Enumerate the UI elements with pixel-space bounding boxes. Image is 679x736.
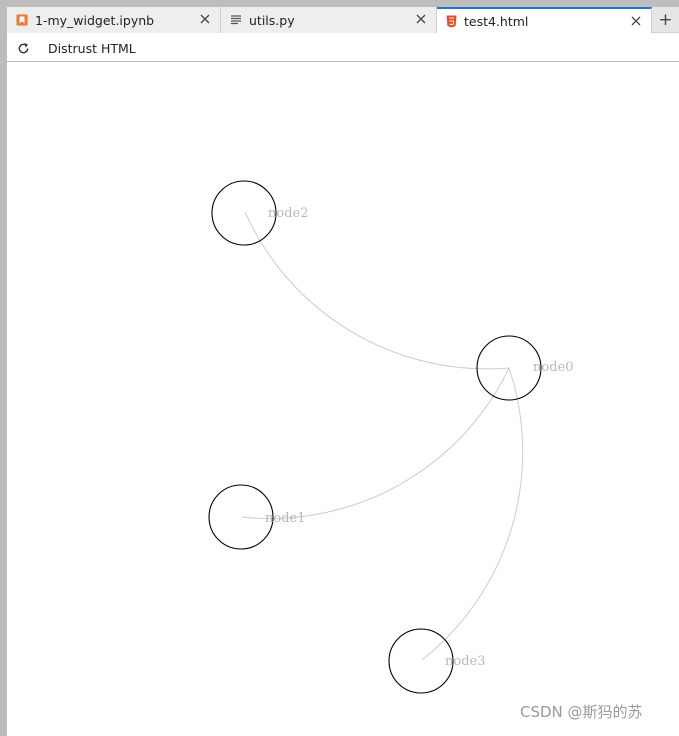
refresh-icon xyxy=(17,42,30,55)
text-file-icon xyxy=(230,14,242,26)
tab-test4[interactable]: test4.html xyxy=(437,7,652,34)
graph-node-node1[interactable]: node1 xyxy=(208,484,306,550)
tab-bar: 1-my_widget.ipynb utils.py test4.html + xyxy=(7,7,679,34)
app-window: 1-my_widget.ipynb utils.py test4.html + … xyxy=(7,7,679,736)
graph-node-node2[interactable]: node2 xyxy=(211,180,309,246)
node-label: node1 xyxy=(265,511,306,526)
close-icon[interactable] xyxy=(629,14,643,28)
links xyxy=(241,211,524,661)
link-node2-node0 xyxy=(244,211,510,370)
graph-node-node3[interactable]: node3 xyxy=(388,628,486,694)
tab-label: utils.py xyxy=(249,12,295,28)
toolbar: Distrust HTML xyxy=(7,33,679,62)
watermark: CSDN @斯犸的苏 xyxy=(520,703,643,721)
node-label: node3 xyxy=(445,654,486,669)
graph-node-node0[interactable]: node0 xyxy=(476,335,574,401)
plus-icon: + xyxy=(658,10,673,30)
tab-label: 1-my_widget.ipynb xyxy=(35,12,155,28)
graph-canvas: node0 node1 node2 node3 xyxy=(7,62,679,736)
distrust-html-button[interactable]: Distrust HTML xyxy=(48,38,136,58)
html5-icon xyxy=(446,15,457,28)
close-icon[interactable] xyxy=(198,12,212,26)
refresh-button[interactable] xyxy=(17,38,30,58)
tab-label: test4.html xyxy=(464,14,529,29)
tab-utils[interactable]: utils.py xyxy=(221,7,437,33)
notebook-icon xyxy=(16,14,28,26)
tab-notebook[interactable]: 1-my_widget.ipynb xyxy=(7,7,221,33)
add-tab-button[interactable]: + xyxy=(652,7,679,33)
close-icon[interactable] xyxy=(414,12,428,26)
graph-svg: node0 node1 node2 node3 xyxy=(208,180,574,694)
link-node3-node0 xyxy=(421,367,524,661)
link-node1-node0 xyxy=(241,367,510,519)
node-label: node0 xyxy=(533,360,574,375)
node-label: node2 xyxy=(268,206,309,221)
